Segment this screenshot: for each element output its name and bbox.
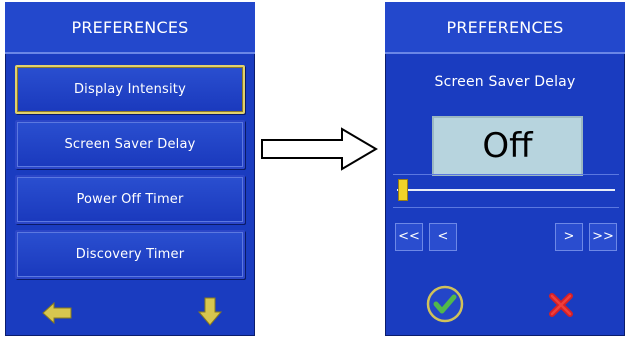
fast-forward-button[interactable]: >> [589, 223, 617, 251]
fast-back-button[interactable]: << [395, 223, 423, 251]
preferences-screen-right: PREFERENCES Screen Saver Delay Off << < … [385, 2, 625, 336]
preferences-screen-left: PREFERENCES Display Intensity Screen Sav… [5, 2, 255, 336]
check-icon[interactable] [425, 284, 465, 324]
fast-back-label: << [398, 229, 420, 244]
menu-button-label: Display Intensity [73, 82, 187, 97]
value-slider[interactable] [397, 189, 615, 191]
fast-forward-label: >> [592, 229, 614, 244]
page-title: PREFERENCES [385, 2, 625, 54]
left-arrow-icon[interactable] [37, 295, 77, 331]
setting-title: Screen Saver Delay [434, 74, 576, 90]
forward-label: > [563, 229, 575, 244]
back-button[interactable]: < [429, 223, 457, 251]
discovery-timer-button[interactable]: Discovery Timer [15, 230, 245, 279]
page-title: PREFERENCES [5, 2, 255, 54]
menu-button-label: Discovery Timer [75, 247, 185, 262]
slider-frame [393, 174, 619, 208]
close-icon[interactable] [547, 291, 575, 319]
menu-button-label: Power Off Timer [76, 192, 184, 207]
forward-button[interactable]: > [555, 223, 583, 251]
menu-button-label: Screen Saver Delay [64, 137, 196, 152]
slider-thumb[interactable] [398, 179, 408, 201]
power-off-timer-button[interactable]: Power Off Timer [15, 175, 245, 224]
back-label: < [437, 229, 449, 244]
right-arrow-icon [260, 125, 380, 173]
screen-saver-delay-button[interactable]: Screen Saver Delay [15, 120, 245, 169]
down-arrow-icon[interactable] [190, 294, 230, 330]
display-intensity-button[interactable]: Display Intensity [15, 65, 245, 114]
setting-value-display: Off [432, 116, 583, 176]
setting-value: Off [482, 126, 533, 166]
